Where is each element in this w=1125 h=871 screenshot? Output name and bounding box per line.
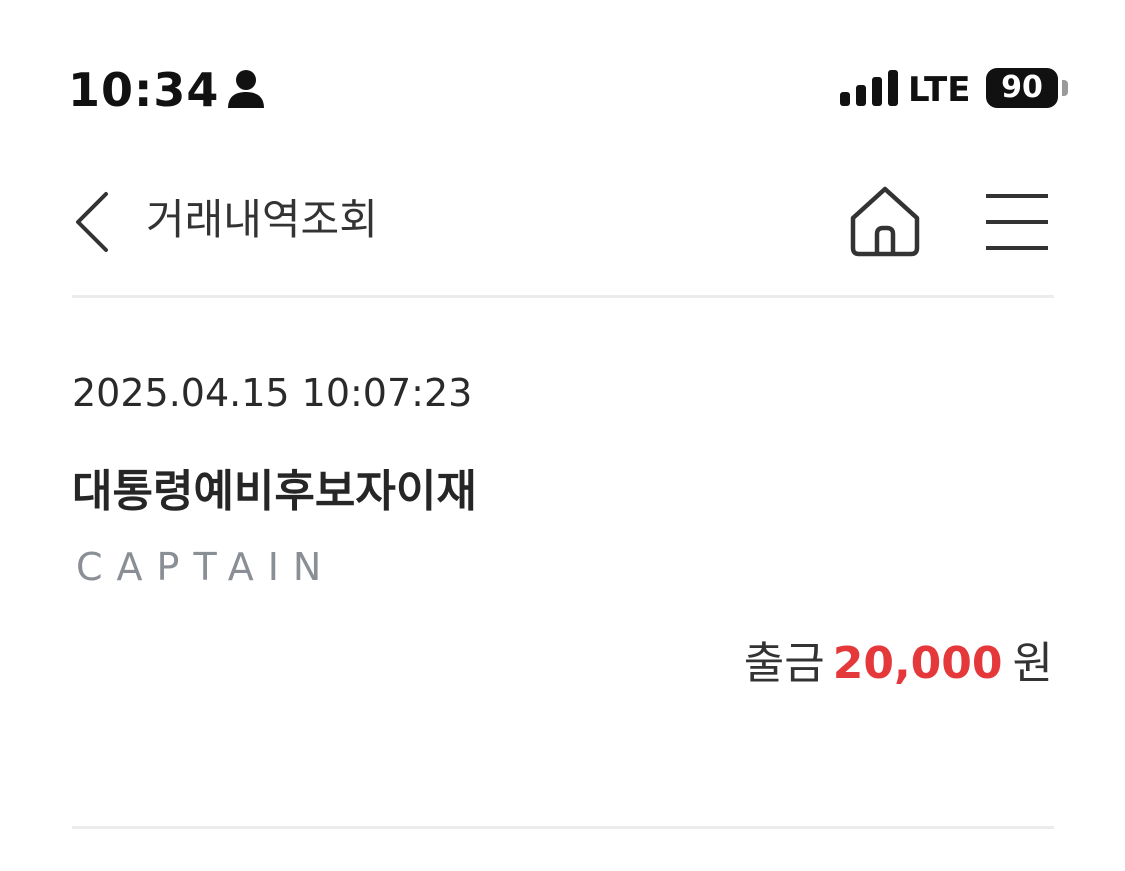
transaction-type-label: 출금 <box>743 638 825 689</box>
battery-indicator: 90 <box>986 68 1058 108</box>
transaction-amount-row: 출금 20,000 원 <box>744 634 1053 694</box>
signal-icon <box>840 70 898 106</box>
battery-tip <box>1062 80 1068 96</box>
transaction-name: 대통령예비후보자이재 <box>72 466 477 517</box>
hamburger-menu-icon <box>986 194 1048 250</box>
network-type: LTE <box>908 70 971 110</box>
chevron-left-icon <box>76 192 108 252</box>
header-divider <box>72 295 1054 298</box>
status-time: 10:34 <box>68 63 220 117</box>
person-icon <box>228 70 264 108</box>
page-title: 거래내역조회 <box>146 195 378 244</box>
transaction-memo: CAPTAIN <box>76 545 336 589</box>
home-icon <box>850 186 920 257</box>
transaction-datetime: 2025.04.15 10:07:23 <box>72 371 473 415</box>
back-button[interactable] <box>66 186 126 258</box>
currency-label: 원 <box>1012 638 1053 689</box>
transaction-divider <box>72 826 1054 829</box>
battery-level: 90 <box>1001 70 1043 105</box>
transaction-amount: 20,000 <box>832 638 1003 689</box>
menu-button[interactable] <box>980 190 1054 254</box>
home-button[interactable] <box>846 184 924 260</box>
